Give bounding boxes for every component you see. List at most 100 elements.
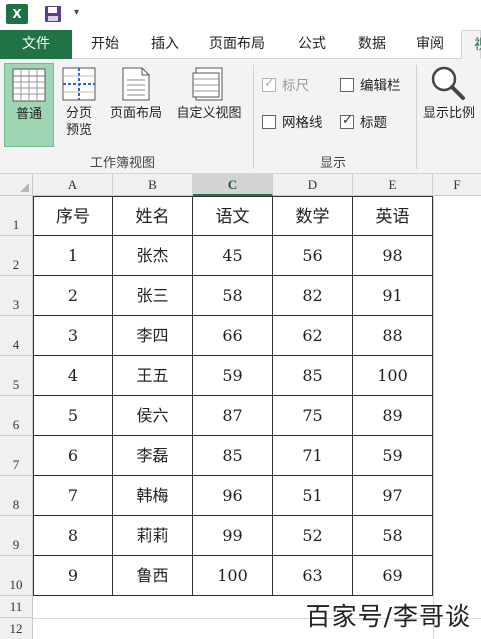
tab-insert[interactable]: 插入 (138, 30, 192, 59)
cell-math[interactable]: 63 (273, 556, 353, 596)
column-header-d[interactable]: D (273, 174, 353, 196)
cell-chinese[interactable]: 58 (193, 276, 273, 316)
custom-views-button[interactable]: 自定义视图 (170, 63, 248, 147)
cell-chinese[interactable]: 96 (193, 476, 273, 516)
row-header[interactable]: 6 (0, 396, 33, 436)
select-all-corner[interactable] (0, 174, 33, 196)
cell-chinese[interactable]: 85 (193, 436, 273, 476)
page-break-preview-button[interactable]: 分页 预览 (58, 63, 100, 147)
table-header-cell[interactable]: 姓名 (113, 196, 193, 236)
quick-access-toolbar: X ▾ (0, 0, 481, 30)
cell-index[interactable]: 8 (33, 516, 113, 556)
normal-view-button[interactable]: 普通 (4, 63, 54, 147)
cell-math[interactable]: 62 (273, 316, 353, 356)
gridline (433, 196, 434, 639)
cell-english[interactable]: 100 (353, 356, 433, 396)
cell-chinese[interactable]: 66 (193, 316, 273, 356)
tab-view[interactable]: 视 (461, 30, 481, 59)
row-header[interactable]: 9 (0, 516, 33, 556)
cell-english[interactable]: 58 (353, 516, 433, 556)
row-header[interactable]: 11 (0, 596, 33, 618)
row-header[interactable]: 4 (0, 316, 33, 356)
cell-index[interactable]: 6 (33, 436, 113, 476)
tab-data[interactable]: 数据 (344, 30, 400, 59)
custom-views-icon (192, 67, 223, 101)
table-header-cell[interactable]: 英语 (353, 196, 433, 236)
table-header-cell[interactable]: 语文 (193, 196, 273, 236)
tab-review[interactable]: 审阅 (404, 30, 456, 59)
formula-bar-checkbox[interactable] (340, 78, 354, 92)
row-header[interactable]: 12 (0, 618, 33, 639)
save-icon[interactable] (44, 5, 62, 23)
cell-index[interactable]: 1 (33, 236, 113, 276)
row-header[interactable]: 10 (0, 556, 33, 596)
row-header[interactable]: 3 (0, 276, 33, 316)
cell-index[interactable]: 4 (33, 356, 113, 396)
cell-name[interactable]: 张杰 (113, 236, 193, 276)
cell-math[interactable]: 75 (273, 396, 353, 436)
row-header[interactable]: 8 (0, 476, 33, 516)
cell-math[interactable]: 51 (273, 476, 353, 516)
gridlines-checkbox-row[interactable]: 网格线 (262, 113, 323, 133)
ribbon-tabs: 文件 开始 插入 页面布局 公式 数据 审阅 视 (0, 30, 481, 59)
tab-formulas[interactable]: 公式 (284, 30, 340, 59)
gridlines-checkbox[interactable] (262, 115, 276, 129)
cell-english[interactable]: 89 (353, 396, 433, 436)
page-layout-label: 页面布局 (109, 106, 162, 121)
cell-math[interactable]: 82 (273, 276, 353, 316)
cell-math[interactable]: 71 (273, 436, 353, 476)
cell-english[interactable]: 69 (353, 556, 433, 596)
page-layout-view-button[interactable]: 页面布局 (104, 63, 168, 147)
cell-index[interactable]: 2 (33, 276, 113, 316)
column-header-b[interactable]: B (113, 174, 193, 196)
cell-name[interactable]: 李四 (113, 316, 193, 356)
column-header-a[interactable]: A (33, 174, 113, 196)
formula-bar-checkbox-row[interactable]: 编辑栏 (340, 76, 401, 96)
cell-name[interactable]: 李磊 (113, 436, 193, 476)
column-header-c[interactable]: C (193, 174, 273, 196)
cell-index[interactable]: 3 (33, 316, 113, 356)
headings-checkbox-row[interactable]: ✓ 标题 (340, 113, 387, 133)
cell-english[interactable]: 88 (353, 316, 433, 356)
ruler-checkbox-row[interactable]: ✓ 标尺 (262, 76, 309, 96)
row-header[interactable]: 7 (0, 436, 33, 476)
row-header[interactable]: 5 (0, 356, 33, 396)
cell-chinese[interactable]: 100 (193, 556, 273, 596)
table-header-cell[interactable]: 数学 (273, 196, 353, 236)
row-header[interactable]: 1 (0, 196, 33, 236)
cell-math[interactable]: 85 (273, 356, 353, 396)
row-header-label: 4 (12, 337, 20, 352)
cell-math[interactable]: 56 (273, 236, 353, 276)
cell-english[interactable]: 59 (353, 436, 433, 476)
cell-index[interactable]: 9 (33, 556, 113, 596)
cell-name[interactable]: 莉莉 (113, 516, 193, 556)
row-header-label: 8 (12, 497, 20, 512)
cell-name[interactable]: 王五 (113, 356, 193, 396)
zoom-button[interactable]: 显示比例 (420, 63, 481, 147)
cell-index[interactable]: 7 (33, 476, 113, 516)
cell-name[interactable]: 鲁西 (113, 556, 193, 596)
cell-chinese[interactable]: 59 (193, 356, 273, 396)
tab-home[interactable]: 开始 (78, 30, 132, 59)
cell-chinese[interactable]: 99 (193, 516, 273, 556)
row-header-label: 3 (12, 297, 20, 312)
customize-toolbar-icon[interactable]: ▾ (74, 7, 79, 18)
tab-page-layout[interactable]: 页面布局 (198, 30, 276, 59)
cell-english[interactable]: 97 (353, 476, 433, 516)
headings-checkbox[interactable]: ✓ (340, 113, 354, 129)
cell-math[interactable]: 52 (273, 516, 353, 556)
tab-file[interactable]: 文件 (0, 30, 72, 59)
cell-name[interactable]: 韩梅 (113, 476, 193, 516)
cell-name[interactable]: 侯六 (113, 396, 193, 436)
cell-chinese[interactable]: 45 (193, 236, 273, 276)
column-header-f[interactable]: F (433, 174, 481, 196)
ruler-checkbox[interactable]: ✓ (262, 76, 276, 92)
table-header-cell[interactable]: 序号 (33, 196, 113, 236)
cell-chinese[interactable]: 87 (193, 396, 273, 436)
cell-index[interactable]: 5 (33, 396, 113, 436)
row-header[interactable]: 2 (0, 236, 33, 276)
column-header-e[interactable]: E (353, 174, 433, 196)
cell-english[interactable]: 91 (353, 276, 433, 316)
cell-name[interactable]: 张三 (113, 276, 193, 316)
cell-english[interactable]: 98 (353, 236, 433, 276)
